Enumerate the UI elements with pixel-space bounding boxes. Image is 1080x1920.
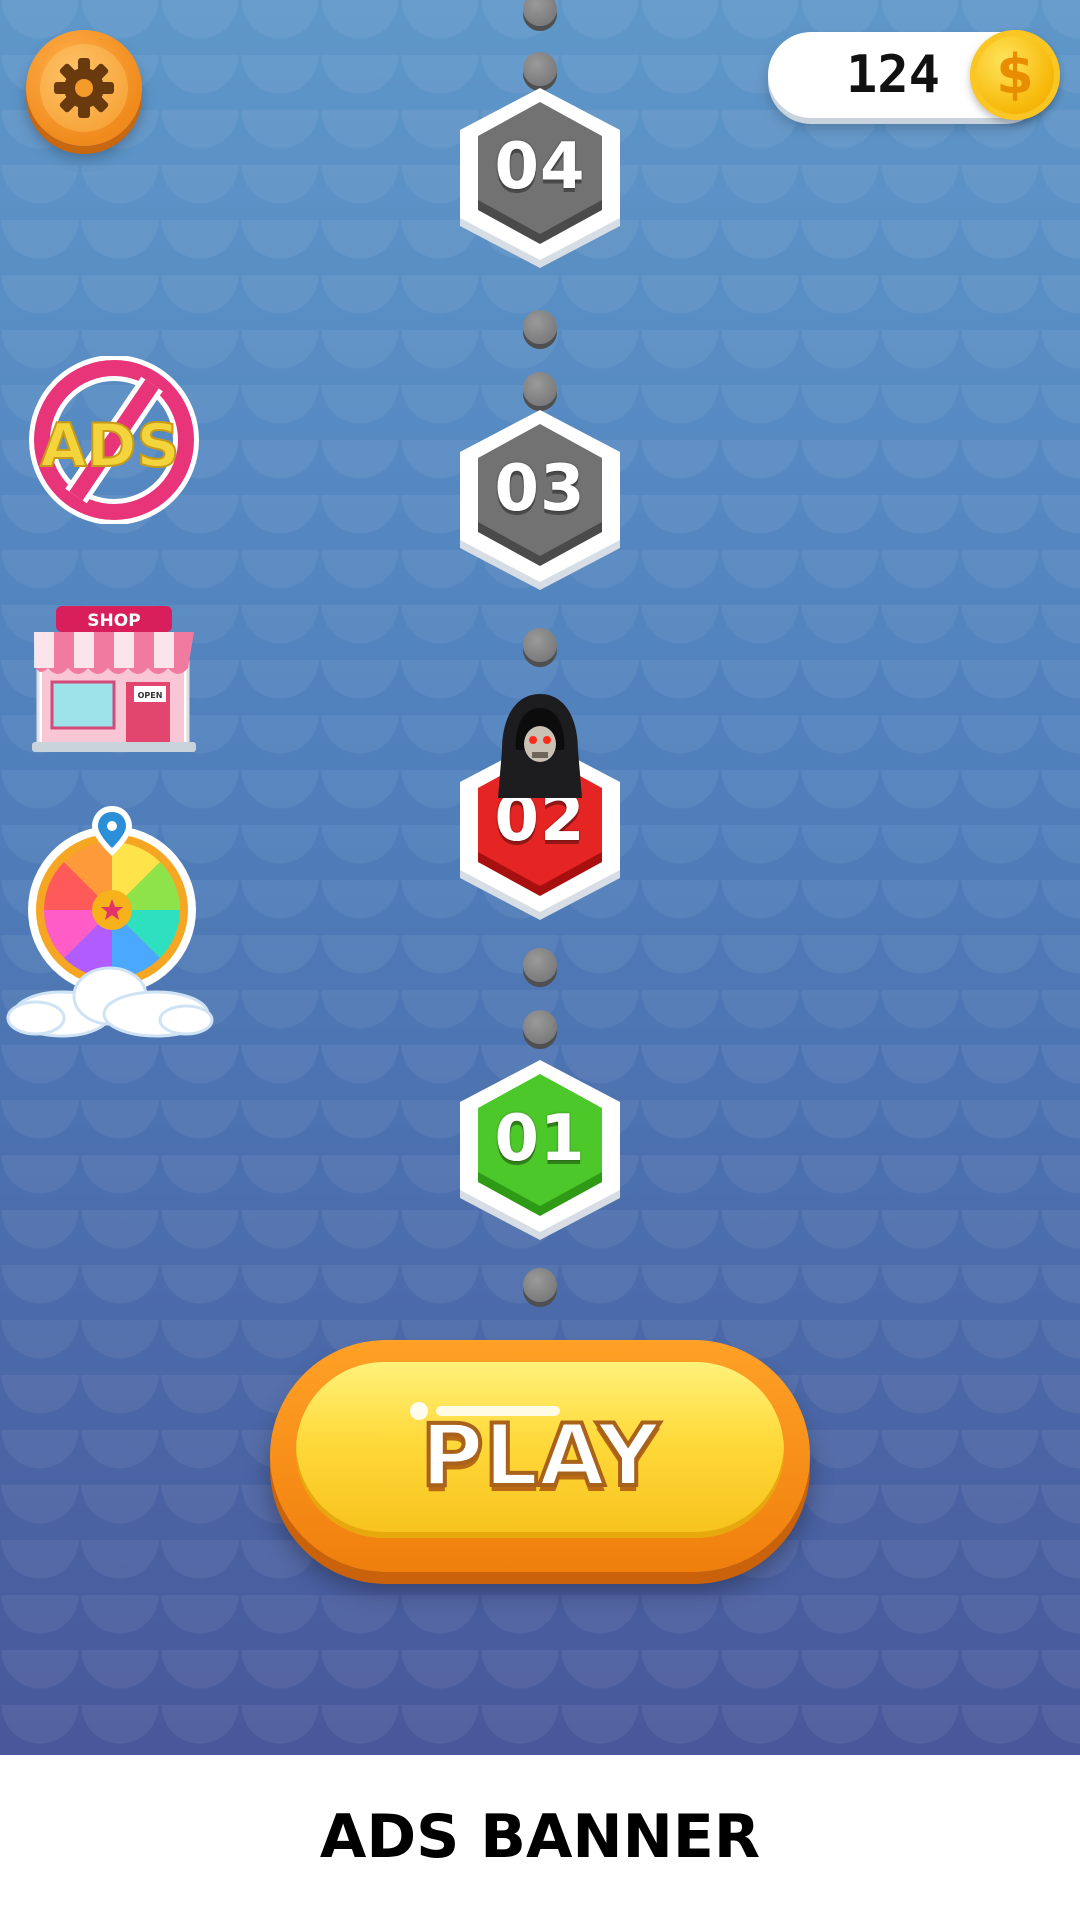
shop-button[interactable]: SHOP OPEN [28, 602, 200, 758]
settings-button[interactable] [26, 30, 142, 146]
level-number: 01 [494, 1102, 586, 1176]
level-number: 03 [494, 452, 586, 526]
level-04-node[interactable]: 04 [450, 82, 630, 272]
path-dot [523, 52, 557, 86]
path-dot [523, 310, 557, 344]
no-ads-button[interactable]: ADS [26, 356, 202, 524]
play-button[interactable]: PLAY [270, 1340, 810, 1572]
play-button-label: PLAY [419, 1404, 661, 1508]
gear-icon [54, 58, 114, 118]
coin-icon: $ [970, 30, 1060, 120]
reaper-enemy-icon [498, 694, 582, 798]
coin-count: 124 [846, 45, 940, 105]
level-01-node[interactable]: 01 [450, 1054, 630, 1244]
path-dot [523, 1268, 557, 1302]
path-dot [523, 948, 557, 982]
path-dot [523, 1010, 557, 1044]
no-ads-label: ADS [40, 411, 179, 481]
game-screen: 124 $ 04 03 02 01 ADS SHOP OPEN PLAY [0, 0, 1080, 1755]
shop-sign-label: SHOP [87, 611, 140, 631]
ads-banner[interactable]: ADS BANNER [0, 1755, 1080, 1920]
shop-door-sign-label: OPEN [138, 691, 163, 700]
path-dot [523, 628, 557, 662]
level-03-node[interactable]: 03 [450, 404, 630, 594]
path-dot [523, 372, 557, 406]
level-number: 04 [494, 130, 586, 204]
lucky-wheel-button[interactable] [6, 806, 216, 1042]
